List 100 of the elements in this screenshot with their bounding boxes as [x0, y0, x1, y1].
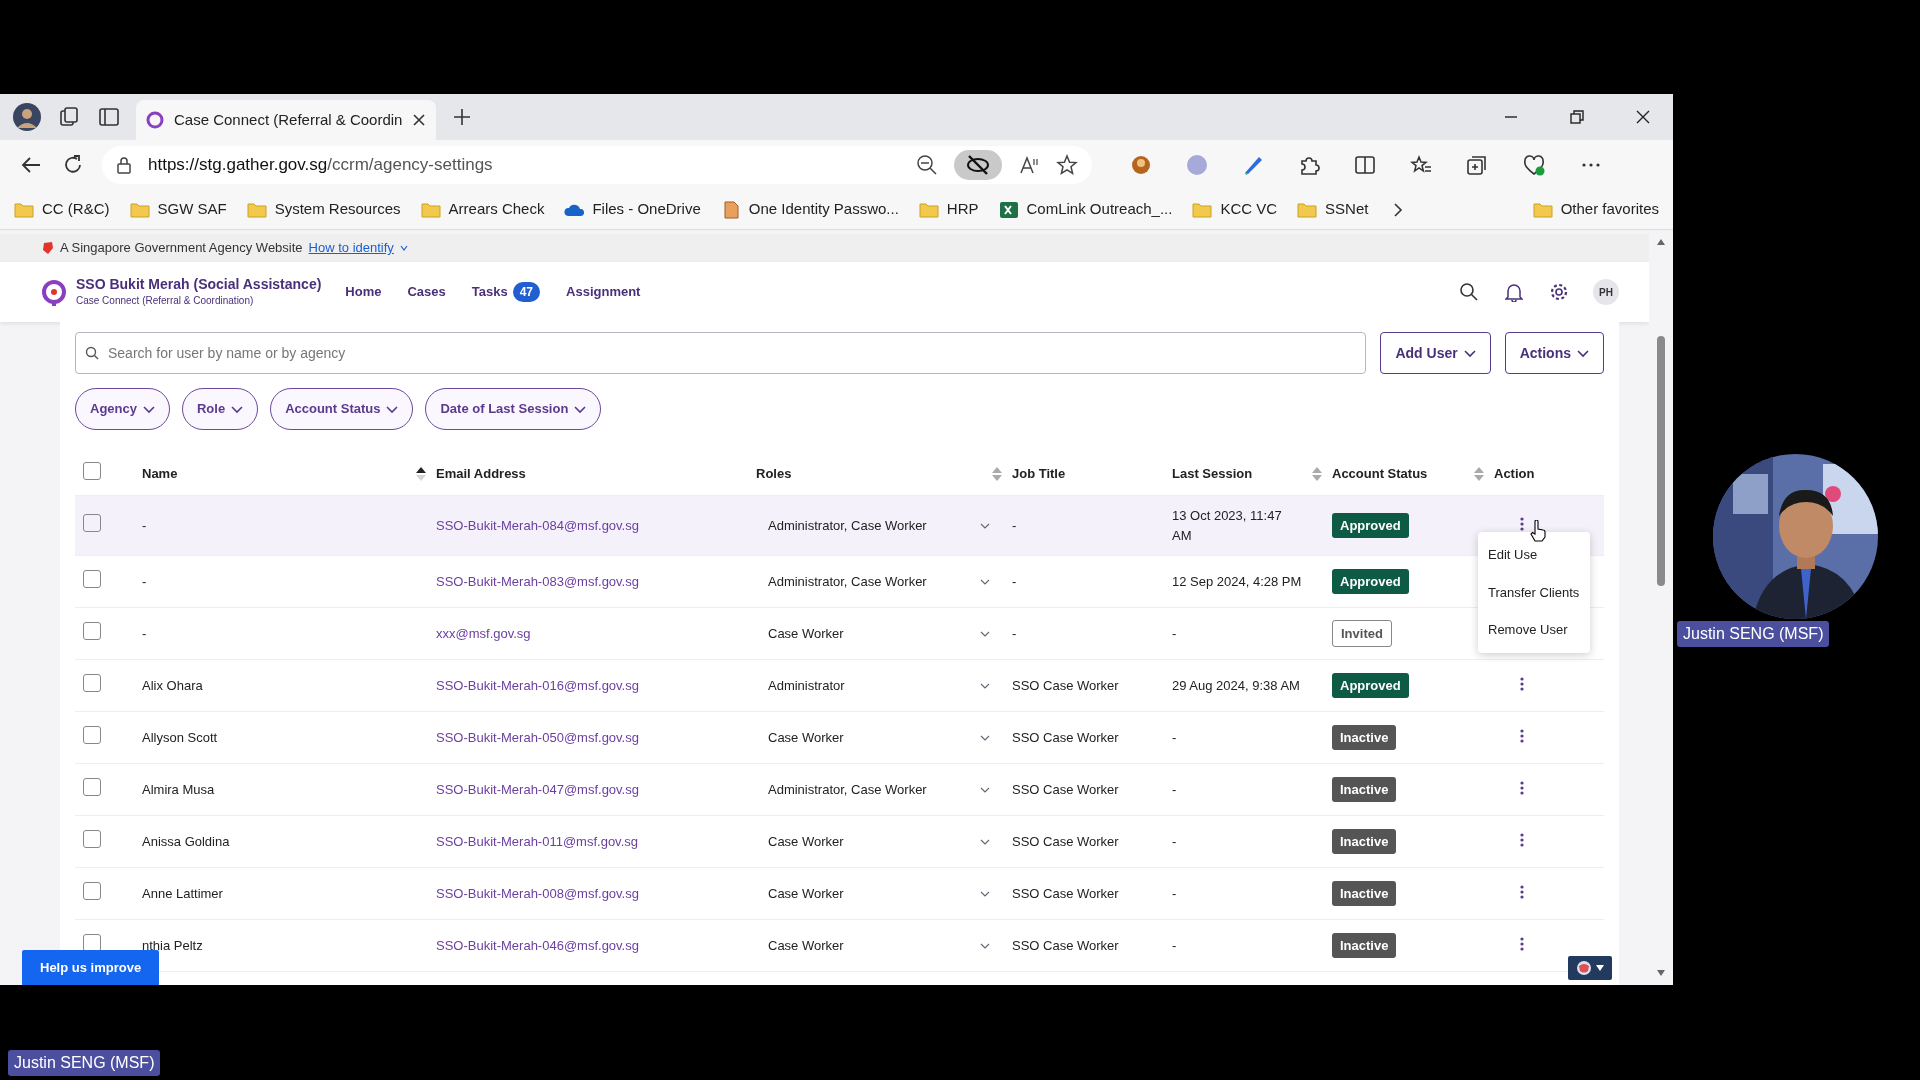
checkbox[interactable] [83, 513, 101, 532]
nav-link[interactable]: Assignment [566, 282, 641, 302]
email-link[interactable]: SSO-Bukit-Merah-016@msf.gov.sg [436, 677, 639, 693]
extension-icon[interactable] [1130, 154, 1152, 176]
collections-icon[interactable] [1466, 154, 1488, 176]
checkbox[interactable] [83, 673, 101, 692]
bookmark[interactable]: HRP [918, 198, 979, 221]
kebab-menu-icon[interactable] [1520, 936, 1524, 951]
restore-icon[interactable] [1569, 109, 1585, 125]
email-link[interactable]: SSO-Bukit-Merah-083@msf.gov.sg [436, 573, 639, 589]
chevron-down-icon[interactable] [980, 682, 990, 689]
bookmark[interactable]: CC (R&C) [14, 198, 110, 221]
language-selector[interactable] [1568, 956, 1612, 980]
bookmark[interactable]: Arrears Check [420, 198, 545, 221]
chevron-down-icon[interactable] [980, 578, 990, 585]
zoom-out-icon[interactable] [916, 154, 938, 176]
profile-avatar-icon[interactable] [12, 102, 42, 132]
chevron-down-icon[interactable] [980, 786, 990, 793]
bookmark[interactable]: Files - OneDrive [564, 198, 701, 221]
nav-link[interactable]: Home [345, 282, 382, 302]
kebab-menu-icon[interactable] [1520, 884, 1524, 899]
chevron-down-icon [231, 404, 244, 414]
dropdown-button[interactable]: Actions [1504, 332, 1604, 374]
table-cell-text: 29 Aug 2024, 9:38 AM [1172, 676, 1300, 695]
favorites-icon[interactable] [1410, 154, 1432, 176]
kebab-menu-icon[interactable] [1520, 832, 1524, 847]
user-avatar[interactable]: PH [1593, 279, 1619, 305]
chevron-down-icon[interactable] [980, 890, 990, 897]
checkbox[interactable] [83, 829, 101, 848]
chevron-down-icon[interactable] [980, 838, 990, 845]
checkbox[interactable] [83, 881, 101, 900]
bookmark[interactable]: KCC VC [1192, 198, 1278, 221]
checkbox[interactable] [83, 621, 101, 640]
checkbox[interactable] [83, 569, 101, 588]
read-aloud-icon[interactable] [1018, 154, 1040, 176]
nav-link[interactable]: Tasks 47 [471, 282, 541, 302]
heartbeat-icon[interactable] [1522, 154, 1546, 176]
checkbox[interactable] [83, 461, 101, 480]
eye-off-icon[interactable] [954, 150, 1002, 180]
scroll-down-icon[interactable] [1656, 969, 1666, 977]
menu-item[interactable]: Remove User [1478, 611, 1590, 649]
bookmark[interactable]: ComLink Outreach_... [998, 198, 1173, 221]
bookmark[interactable]: Other favorites [1532, 198, 1659, 221]
table-cell-text: - [1172, 936, 1177, 955]
chevron-down-icon[interactable] [980, 630, 990, 637]
settings-icon[interactable] [1549, 282, 1569, 302]
filter-button[interactable]: Date of Last Session [425, 388, 602, 430]
email-link[interactable]: SSO-Bukit-Merah-084@msf.gov.sg [436, 517, 639, 533]
kebab-menu-icon[interactable] [1520, 780, 1524, 795]
sort-icon[interactable] [416, 466, 426, 481]
bookmark[interactable]: SGW SAF [129, 198, 227, 221]
chevron-down-icon[interactable] [980, 942, 990, 949]
column-header: Email Address [436, 464, 526, 483]
email-link[interactable]: SSO-Bukit-Merah-046@msf.gov.sg [436, 937, 639, 953]
chevron-down-icon [574, 404, 587, 414]
address-bar[interactable]: https://stg.gather.gov.sg/ccrm/agency-settings [102, 146, 1092, 184]
filter-button[interactable]: Account Status [270, 388, 414, 430]
scrollbar-thumb[interactable] [1657, 336, 1665, 586]
menu-item[interactable]: Transfer Clients [1478, 573, 1590, 611]
email-link[interactable]: SSO-Bukit-Merah-050@msf.gov.sg [436, 729, 639, 745]
nav-link[interactable]: Cases [407, 282, 446, 302]
filter-button[interactable]: Role [181, 388, 259, 430]
chevron-down-icon [1577, 348, 1589, 358]
dropdown-button[interactable]: Add User [1380, 332, 1491, 374]
email-link[interactable]: SSO-Bukit-Merah-047@msf.gov.sg [436, 781, 639, 797]
search-field[interactable]: Search for user by name or by agency [75, 332, 1367, 374]
tab-actions-icon[interactable] [98, 106, 120, 128]
puzzle-icon[interactable] [1298, 154, 1320, 176]
scroll-up-icon[interactable] [1656, 238, 1666, 246]
checkbox[interactable] [83, 725, 101, 744]
new-tab-icon[interactable] [452, 107, 472, 127]
checkbox[interactable] [83, 777, 101, 796]
bookmark[interactable]: SSNet [1297, 198, 1369, 221]
chevron-down-icon[interactable] [980, 734, 990, 741]
bell-icon[interactable] [1505, 282, 1523, 302]
chevron-down-icon[interactable] [980, 522, 990, 529]
bookmark[interactable]: One Identity Passwo... [720, 198, 899, 221]
menu-item[interactable]: Edit Use [1478, 536, 1590, 574]
refresh-icon[interactable] [62, 154, 84, 176]
split-screen-icon[interactable] [1354, 154, 1376, 176]
close-icon[interactable] [1635, 109, 1651, 125]
search-icon[interactable] [1459, 282, 1479, 302]
feedback-button[interactable]: Help us improve [22, 950, 160, 985]
bookmark[interactable]: System Resources [246, 198, 401, 221]
spreadsheet-icon [998, 199, 1019, 220]
column-header: Name [142, 464, 178, 483]
email-link[interactable]: xxx@msf.gov.sg [436, 625, 531, 641]
star-icon[interactable] [1056, 154, 1078, 176]
pen-icon[interactable] [1242, 154, 1264, 176]
kebab-menu-icon[interactable] [1520, 516, 1524, 531]
email-link[interactable]: SSO-Bukit-Merah-011@msf.gov.sg [436, 833, 638, 849]
close-icon[interactable] [412, 113, 426, 127]
kebab-menu-icon[interactable] [1520, 728, 1524, 743]
column-header: Action [1494, 464, 1535, 483]
filter-button[interactable]: Agency [75, 388, 170, 430]
kebab-menu-icon[interactable] [1520, 676, 1524, 691]
email-link[interactable]: SSO-Bukit-Merah-008@msf.gov.sg [436, 885, 639, 901]
identify-link[interactable]: How to identify [308, 238, 394, 258]
browser-tab[interactable]: Case Connect (Referral & Coordin [136, 100, 436, 140]
collections-icon[interactable] [58, 106, 80, 128]
